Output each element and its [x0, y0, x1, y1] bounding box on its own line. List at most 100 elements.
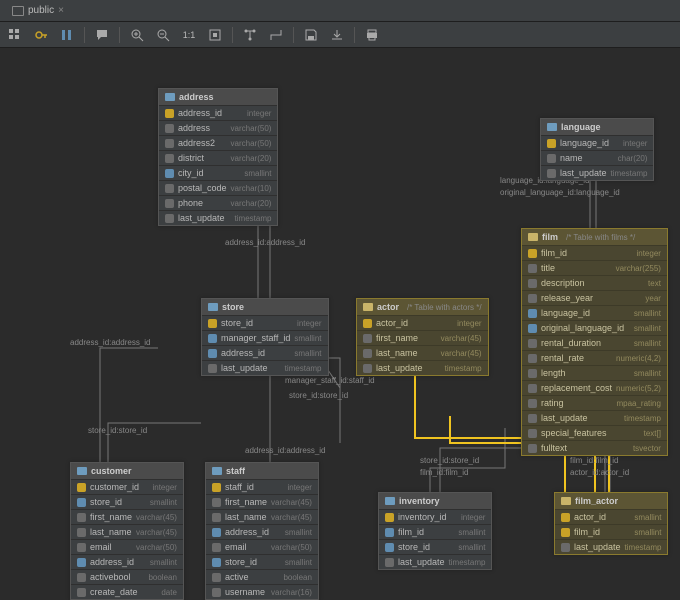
column-row[interactable]: film_idsmallint [379, 524, 491, 539]
column-type: varchar(16) [271, 588, 312, 597]
column-row[interactable]: store_idsmallint [71, 494, 183, 509]
column-row[interactable]: titlevarchar(255) [522, 260, 667, 275]
table-inventory[interactable]: inventoryinventory_idintegerfilm_idsmall… [378, 492, 492, 570]
column-row[interactable]: staff_idinteger [206, 479, 318, 494]
column-row[interactable]: lengthsmallint [522, 365, 667, 380]
column-row[interactable]: create_datedate [71, 584, 183, 599]
tool-key-icon[interactable] [32, 26, 50, 44]
tool-print-icon[interactable] [363, 26, 381, 44]
column-name: title [541, 263, 612, 273]
column-type: integer [461, 513, 485, 522]
column-row[interactable]: actor_idsmallint [555, 509, 667, 524]
column-row[interactable]: last_namevarchar(45) [357, 345, 488, 360]
table-header[interactable]: actor/* Table with actors */ [357, 299, 488, 315]
table-address[interactable]: addressaddress_idintegeraddressvarchar(5… [158, 88, 278, 226]
close-icon[interactable]: × [58, 5, 64, 16]
table-header[interactable]: film/* Table with films */ [522, 229, 667, 245]
table-title: film_actor [575, 496, 618, 506]
column-row[interactable]: last_updatetimestamp [159, 210, 277, 225]
col-icon [77, 513, 86, 522]
tool-zoom-reset[interactable]: 1:1 [180, 26, 198, 44]
column-row[interactable]: last_updatetimestamp [202, 360, 328, 375]
tool-layout-icon[interactable] [241, 26, 259, 44]
column-row[interactable]: first_namevarchar(45) [206, 494, 318, 509]
tool-columns-icon[interactable] [58, 26, 76, 44]
diagram-canvas[interactable]: address_id:address_idaddress_id:address_… [0, 48, 680, 549]
tool-save-icon[interactable] [302, 26, 320, 44]
tool-zoom-in-icon[interactable] [128, 26, 146, 44]
column-type: tsvector [633, 444, 661, 453]
table-staff[interactable]: staffstaff_idintegerfirst_namevarchar(45… [205, 462, 319, 600]
column-row[interactable]: special_featurestext[] [522, 425, 667, 440]
column-row[interactable]: address_idsmallint [71, 554, 183, 569]
table-header[interactable]: language [541, 119, 653, 135]
tool-export-icon[interactable] [328, 26, 346, 44]
table-header[interactable]: inventory [379, 493, 491, 509]
column-row[interactable]: namechar(20) [541, 150, 653, 165]
column-name: release_year [541, 293, 641, 303]
column-row[interactable]: last_updatetimestamp [357, 360, 488, 375]
column-row[interactable]: last_namevarchar(45) [206, 509, 318, 524]
column-row[interactable]: ratingmpaa_rating [522, 395, 667, 410]
column-row[interactable]: address_idsmallint [206, 524, 318, 539]
column-row[interactable]: address_idinteger [159, 105, 277, 120]
column-row[interactable]: usernamevarchar(16) [206, 584, 318, 599]
column-row[interactable]: fulltexttsvector [522, 440, 667, 455]
column-row[interactable]: last_namevarchar(45) [71, 524, 183, 539]
column-row[interactable]: film_idinteger [522, 245, 667, 260]
column-row[interactable]: last_updatetimestamp [522, 410, 667, 425]
column-row[interactable]: replacement_costnumeric(5,2) [522, 380, 667, 395]
column-row[interactable]: last_updatetimestamp [379, 554, 491, 569]
column-row[interactable]: city_idsmallint [159, 165, 277, 180]
column-row[interactable]: postal_codevarchar(10) [159, 180, 277, 195]
column-row[interactable]: customer_idinteger [71, 479, 183, 494]
table-header[interactable]: film_actor [555, 493, 667, 509]
column-row[interactable]: manager_staff_idsmallint [202, 330, 328, 345]
table-film[interactable]: film/* Table with films */film_idinteger… [521, 228, 668, 456]
tab-public[interactable]: public × [4, 3, 72, 18]
column-row[interactable]: first_namevarchar(45) [71, 509, 183, 524]
tool-comment-icon[interactable] [93, 26, 111, 44]
tool-grid-icon[interactable] [6, 26, 24, 44]
table-header[interactable]: customer [71, 463, 183, 479]
column-type: varchar(20) [231, 154, 272, 163]
column-row[interactable]: language_idinteger [541, 135, 653, 150]
col-icon [165, 139, 174, 148]
column-row[interactable]: language_idsmallint [522, 305, 667, 320]
table-store[interactable]: storestore_idintegermanager_staff_idsmal… [201, 298, 329, 376]
table-language[interactable]: languagelanguage_idintegernamechar(20)la… [540, 118, 654, 181]
column-row[interactable]: rental_durationsmallint [522, 335, 667, 350]
column-row[interactable]: store_idsmallint [379, 539, 491, 554]
column-row[interactable]: inventory_idinteger [379, 509, 491, 524]
table-header[interactable]: store [202, 299, 328, 315]
column-name: manager_staff_id [221, 333, 290, 343]
tool-zoom-out-icon[interactable] [154, 26, 172, 44]
table-header[interactable]: address [159, 89, 277, 105]
table-actor[interactable]: actor/* Table with actors */actor_idinte… [356, 298, 489, 376]
column-row[interactable]: last_updatetimestamp [541, 165, 653, 180]
column-row[interactable]: districtvarchar(20) [159, 150, 277, 165]
table-header[interactable]: staff [206, 463, 318, 479]
tool-fit-icon[interactable] [206, 26, 224, 44]
column-row[interactable]: emailvarchar(50) [206, 539, 318, 554]
table-film_actor[interactable]: film_actor actor_idsmallintfilm_idsmallin… [554, 492, 668, 555]
column-row[interactable]: activeboolean [206, 569, 318, 584]
column-row[interactable]: addressvarchar(50) [159, 120, 277, 135]
column-row[interactable]: descriptiontext [522, 275, 667, 290]
column-row[interactable]: store_idsmallint [206, 554, 318, 569]
column-row[interactable]: first_namevarchar(45) [357, 330, 488, 345]
column-row[interactable]: activeboolboolean [71, 569, 183, 584]
column-row[interactable]: address_idsmallint [202, 345, 328, 360]
column-row[interactable]: last_updatetimestamp [555, 539, 667, 554]
column-row[interactable]: release_yearyear [522, 290, 667, 305]
table-customer[interactable]: customercustomer_idintegerstore_idsmalli… [70, 462, 184, 600]
column-row[interactable]: rental_ratenumeric(4,2) [522, 350, 667, 365]
column-row[interactable]: original_language_idsmallint [522, 320, 667, 335]
column-row[interactable]: address2varchar(50) [159, 135, 277, 150]
column-row[interactable]: actor_idinteger [357, 315, 488, 330]
column-row[interactable]: emailvarchar(50) [71, 539, 183, 554]
column-row[interactable]: film_idsmallint [555, 524, 667, 539]
column-row[interactable]: store_idinteger [202, 315, 328, 330]
column-row[interactable]: phonevarchar(20) [159, 195, 277, 210]
tool-route-icon[interactable] [267, 26, 285, 44]
